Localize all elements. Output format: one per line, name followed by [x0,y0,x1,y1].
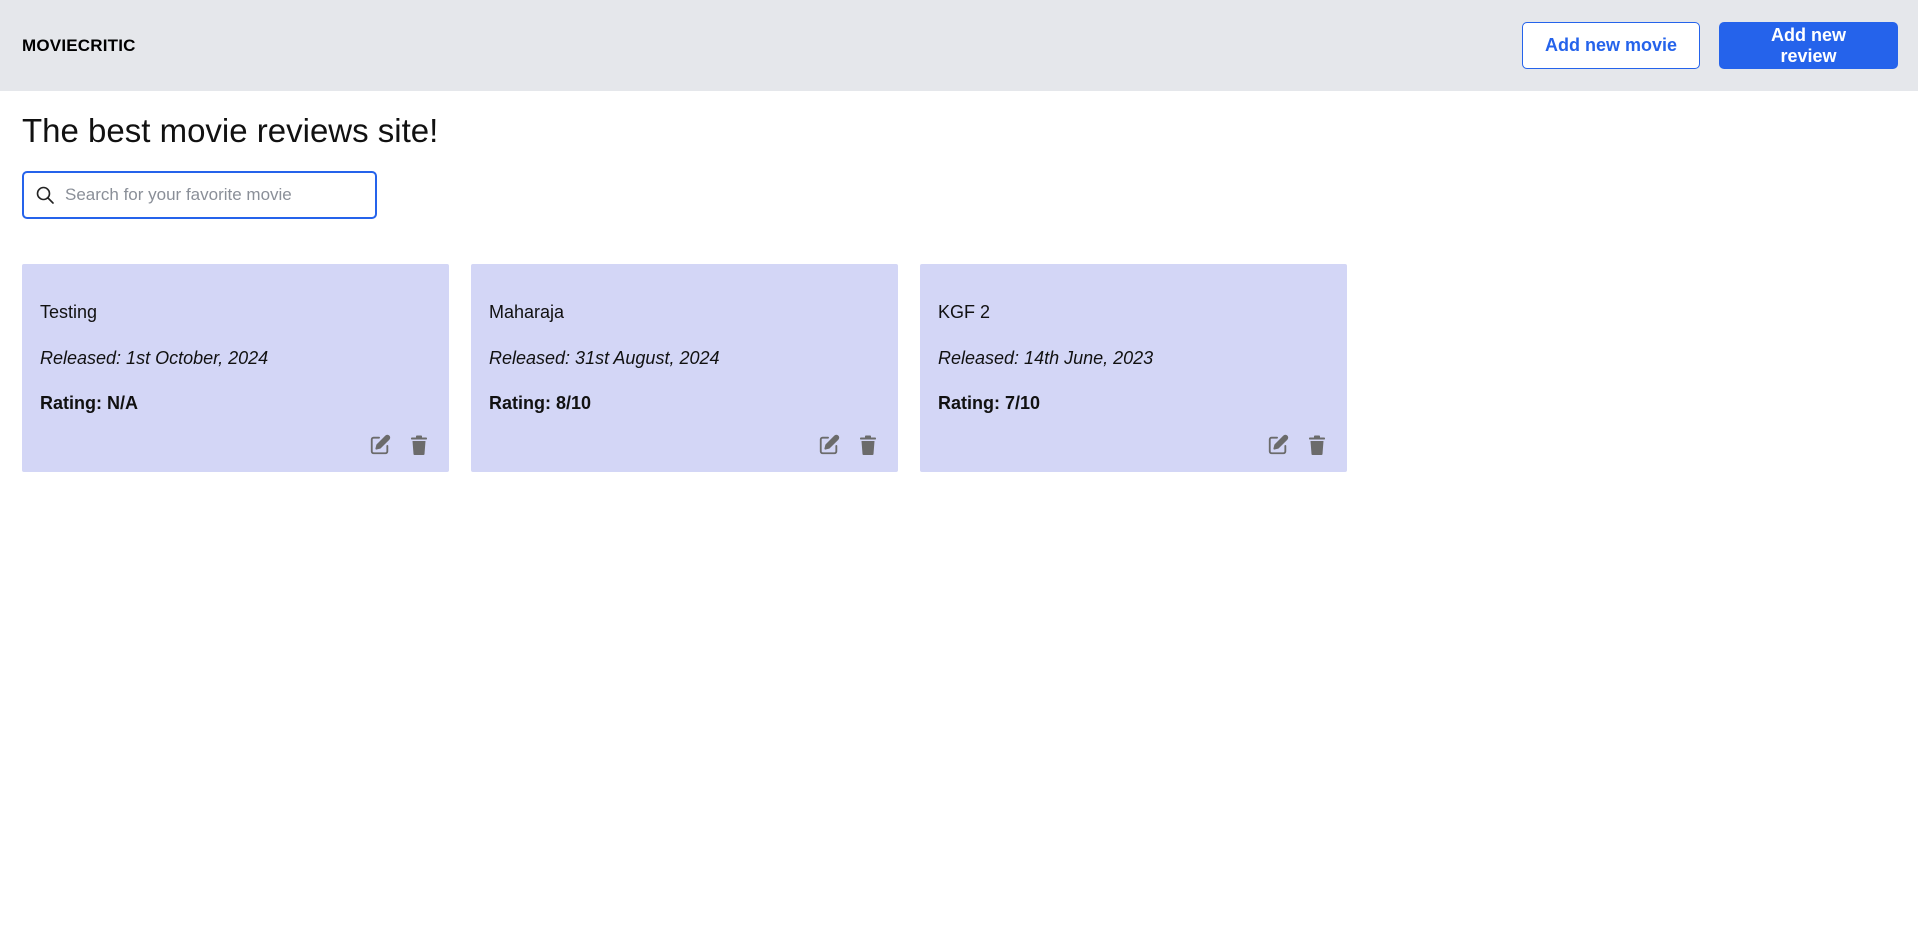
movie-release-date: Released: 1st October, 2024 [40,347,269,368]
movie-title: Testing [40,301,98,322]
search-input[interactable] [65,184,375,205]
trash-icon[interactable] [407,433,431,457]
movie-release-date: Released: 14th June, 2023 [938,347,1154,368]
edit-icon[interactable] [368,433,392,457]
movie-release-date: Released: 31st August, 2024 [489,347,720,368]
movie-card[interactable]: KGF 2 Released: 14th June, 2023 Rating: … [920,263,1347,472]
header-actions: Add new movie Add new review [1522,22,1898,69]
card-actions [817,433,880,457]
edit-icon[interactable] [817,433,841,457]
movie-card[interactable]: Maharaja Released: 31st August, 2024 Rat… [471,263,898,472]
movie-title: Maharaja [489,301,565,322]
search-box[interactable] [22,170,377,219]
search-icon [35,185,55,205]
movie-rating: Rating: 7/10 [938,392,1041,413]
main-content: The best movie reviews site! Testing Rel… [0,91,1918,472]
edit-icon[interactable] [1266,433,1290,457]
page-title: The best movie reviews site! [22,112,439,149]
add-movie-button[interactable]: Add new movie [1522,22,1700,69]
movie-rating: Rating: N/A [40,392,138,413]
card-actions [1266,433,1329,457]
brand-logo[interactable]: MOVIECRITIC [22,36,136,56]
movie-card[interactable]: Testing Released: 1st October, 2024 Rati… [22,263,449,472]
card-actions [368,433,431,457]
add-review-button[interactable]: Add new review [1719,22,1898,69]
movie-title: KGF 2 [938,301,991,322]
trash-icon[interactable] [856,433,880,457]
movie-rating: Rating: 8/10 [489,392,592,413]
top-navbar: MOVIECRITIC Add new movie Add new review [0,0,1918,91]
movie-list: Testing Released: 1st October, 2024 Rati… [22,263,1896,472]
trash-icon[interactable] [1305,433,1329,457]
